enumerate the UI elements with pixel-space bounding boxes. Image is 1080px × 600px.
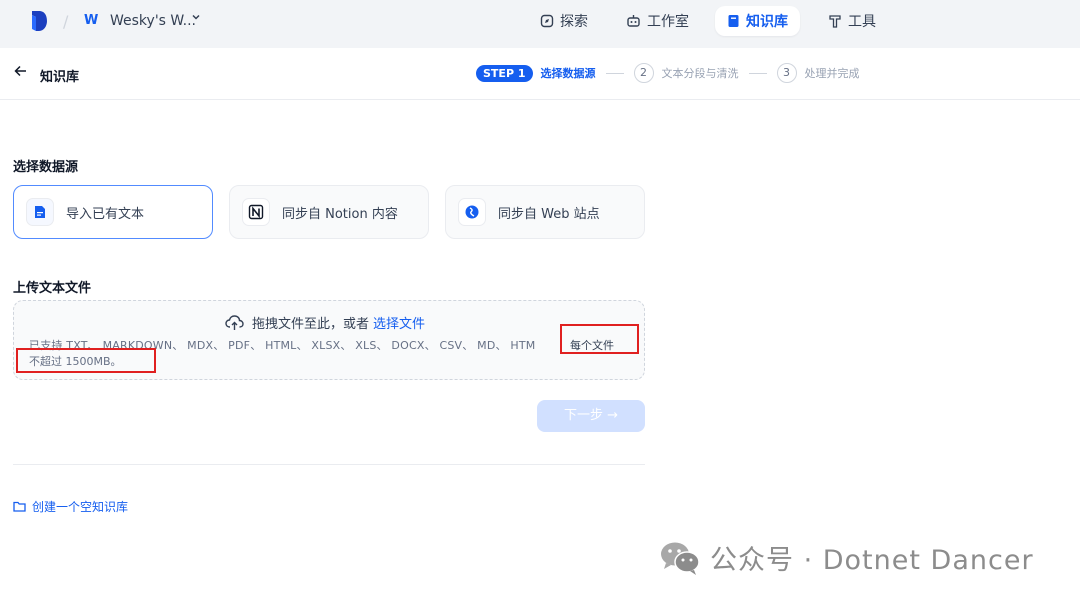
back-arrow-icon[interactable] bbox=[14, 65, 27, 81]
page-header: 知识库 STEP 1 选择数据源 2 文本分段与清洗 3 处理并完成 bbox=[0, 48, 1080, 100]
nav-tools[interactable]: 工具 bbox=[816, 6, 888, 36]
breadcrumb-separator: / bbox=[63, 12, 69, 31]
stepper: STEP 1 选择数据源 2 文本分段与清洗 3 处理并完成 bbox=[476, 63, 860, 83]
source-card-label: 同步自 Notion 内容 bbox=[282, 206, 398, 222]
source-card-notion[interactable]: 同步自 Notion 内容 bbox=[229, 185, 429, 239]
nav-explore-label: 探索 bbox=[560, 14, 588, 30]
dropzone-prompt: 拖拽文件至此，或者 选择文件 bbox=[225, 313, 425, 332]
book-icon bbox=[728, 15, 739, 27]
step2-label: 文本分段与清洗 bbox=[661, 67, 739, 80]
select-file-link[interactable]: 选择文件 bbox=[373, 313, 425, 332]
top-navigation-bar: / W Wesky's W... 探索 工作室 知识库 工具 bbox=[0, 0, 1080, 48]
hammer-icon bbox=[829, 15, 841, 28]
source-card-label: 同步自 Web 站点 bbox=[498, 206, 600, 222]
watermark: 公众号 · Dotnet Dancer bbox=[658, 538, 1034, 577]
step-connector bbox=[605, 72, 624, 74]
source-card-import-text[interactable]: 导入已有文本 bbox=[13, 185, 213, 239]
workspace-badge[interactable]: W bbox=[84, 13, 98, 28]
step2-number: 2 bbox=[633, 63, 654, 83]
chevron-down-icon[interactable] bbox=[191, 12, 201, 25]
create-empty-label: 创建一个空知识库 bbox=[32, 500, 129, 514]
step-connector bbox=[748, 72, 767, 74]
nav-tools-label: 工具 bbox=[848, 14, 876, 30]
document-icon bbox=[26, 198, 54, 226]
notion-icon bbox=[242, 198, 270, 226]
watermark-text: 公众号 · Dotnet Dancer bbox=[710, 545, 1034, 576]
app-logo-icon[interactable] bbox=[30, 10, 48, 32]
folder-icon bbox=[13, 501, 26, 512]
robot-icon bbox=[627, 15, 640, 27]
nav-knowledge-label: 知识库 bbox=[746, 14, 788, 30]
nav-explore[interactable]: 探索 bbox=[528, 6, 600, 36]
source-section-title: 选择数据源 bbox=[13, 160, 79, 175]
step3-number: 3 bbox=[776, 63, 797, 83]
workspace-name[interactable]: Wesky's W... bbox=[110, 13, 196, 29]
nav-knowledge[interactable]: 知识库 bbox=[715, 6, 800, 36]
globe-icon bbox=[458, 198, 486, 226]
back-label[interactable]: 知识库 bbox=[40, 66, 79, 85]
annotation-box bbox=[16, 348, 156, 373]
source-card-label: 导入已有文本 bbox=[66, 206, 145, 222]
nav-studio[interactable]: 工作室 bbox=[614, 6, 701, 36]
divider bbox=[13, 464, 645, 465]
compass-icon bbox=[540, 14, 554, 28]
annotation-box bbox=[560, 324, 639, 354]
step1-pill: STEP 1 bbox=[476, 64, 533, 82]
wechat-icon bbox=[661, 542, 700, 575]
upload-section-title: 上传文本文件 bbox=[13, 281, 92, 296]
create-empty-knowledge-link[interactable]: 创建一个空知识库 bbox=[13, 498, 128, 515]
cloud-upload-icon bbox=[225, 314, 244, 330]
dropzone-text: 拖拽文件至此，或者 bbox=[252, 317, 370, 332]
step3-label: 处理并完成 bbox=[804, 67, 860, 80]
nav-studio-label: 工作室 bbox=[647, 14, 689, 30]
source-card-web[interactable]: 同步自 Web 站点 bbox=[445, 185, 645, 239]
next-step-button[interactable]: 下一步 → bbox=[537, 400, 645, 432]
step1-label: 选择数据源 bbox=[540, 67, 596, 80]
